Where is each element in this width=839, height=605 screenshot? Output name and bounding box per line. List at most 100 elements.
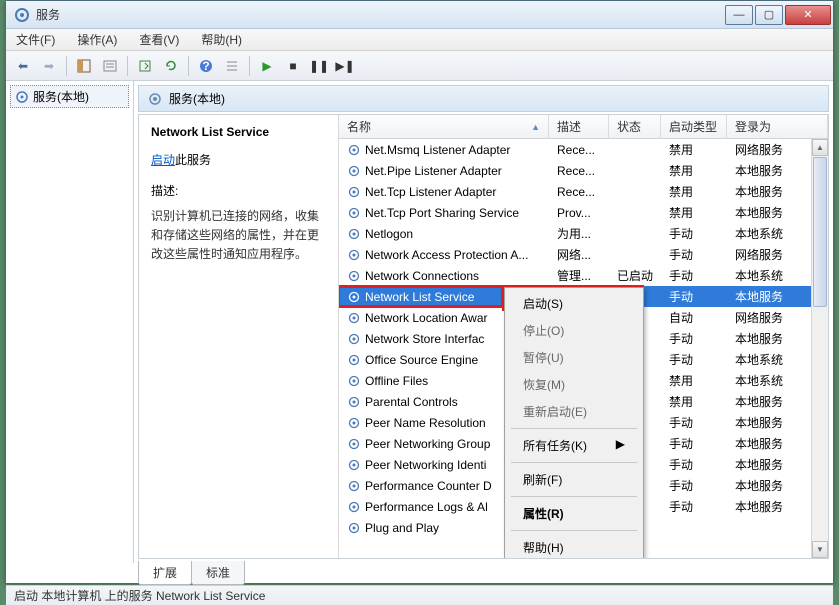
service-start-type: 禁用 [661, 372, 727, 389]
service-start-type: 手动 [661, 288, 727, 305]
col-header-name[interactable]: 名称▲ [339, 115, 549, 138]
service-start-type: 手动 [661, 498, 727, 515]
service-list: 名称▲ 描述 状态 启动类型 登录为 Net.Msmq Listener Ada… [339, 115, 828, 558]
maximize-button[interactable]: ▢ [755, 5, 783, 25]
show-tree-button[interactable] [73, 55, 95, 77]
title-bar[interactable]: 服务 — ▢ ✕ [6, 1, 833, 29]
list-header: 名称▲ 描述 状态 启动类型 登录为 [339, 115, 828, 139]
service-name: Net.Tcp Listener Adapter [365, 185, 496, 199]
context-menu-item[interactable]: 刷新(F) [507, 466, 641, 493]
gear-icon [347, 206, 361, 220]
gear-icon [347, 479, 361, 493]
main-header: 服务(本地) [138, 85, 829, 112]
context-menu-item: 停止(O) [507, 317, 641, 344]
gear-icon [347, 458, 361, 472]
service-start-type: 手动 [661, 330, 727, 347]
stop-service-button[interactable]: ■ [282, 55, 304, 77]
service-name: Peer Name Resolution [365, 416, 486, 430]
service-name: Network Access Protection A... [365, 248, 528, 262]
context-menu-item[interactable]: 启动(S) [507, 290, 641, 317]
properties-button[interactable] [99, 55, 121, 77]
service-row[interactable]: Network Connections管理...已启动手动本地系统 [339, 265, 828, 286]
service-desc: Rece... [549, 143, 609, 157]
gear-icon [147, 91, 163, 107]
col-header-logon[interactable]: 登录为 [727, 115, 828, 138]
sort-asc-icon: ▲ [531, 122, 540, 132]
tab-standard[interactable]: 标准 [191, 561, 245, 585]
service-row[interactable]: Net.Tcp Listener AdapterRece...禁用本地服务 [339, 181, 828, 202]
menu-action[interactable]: 操作(A) [73, 29, 121, 50]
gear-icon [347, 227, 361, 241]
gear-icon [347, 521, 361, 535]
close-button[interactable]: ✕ [785, 5, 831, 25]
help-button[interactable]: ? [195, 55, 217, 77]
service-row[interactable]: Network Access Protection A...网络...手动网络服… [339, 244, 828, 265]
scroll-thumb[interactable] [813, 157, 827, 307]
service-row[interactable]: Netlogon为用...手动本地系统 [339, 223, 828, 244]
service-start-type: 手动 [661, 267, 727, 284]
tree-node-label: 服务(本地) [33, 88, 89, 105]
service-row[interactable]: Net.Msmq Listener AdapterRece...禁用网络服务 [339, 139, 828, 160]
forward-button[interactable]: ➡ [38, 55, 60, 77]
tree-panel: 服务(本地) [6, 81, 134, 563]
service-desc: Rece... [549, 164, 609, 178]
scroll-up-button[interactable]: ▲ [812, 139, 828, 156]
service-start-type: 禁用 [661, 183, 727, 200]
list-button[interactable] [221, 55, 243, 77]
tab-extended[interactable]: 扩展 [138, 561, 192, 585]
col-header-start[interactable]: 启动类型 [661, 115, 727, 138]
service-desc: Rece... [549, 185, 609, 199]
context-menu: 启动(S)停止(O)暂停(U)恢复(M)重新启动(E)所有任务(K)▶刷新(F)… [504, 287, 644, 558]
refresh-button[interactable] [160, 55, 182, 77]
col-header-desc[interactable]: 描述 [549, 115, 609, 138]
gear-icon [347, 248, 361, 262]
context-menu-item[interactable]: 帮助(H) [507, 534, 641, 558]
service-name: Network Store Interfac [365, 332, 484, 346]
tree-node-services-local[interactable]: 服务(本地) [10, 85, 129, 108]
services-icon [14, 7, 30, 23]
service-start-type: 手动 [661, 477, 727, 494]
start-link[interactable]: 启动 [151, 153, 175, 167]
status-text: 启动 本地计算机 上的服务 Network List Service [14, 587, 265, 604]
gear-icon [347, 269, 361, 283]
start-service-button[interactable]: ▶ [256, 55, 278, 77]
service-row[interactable]: Net.Tcp Port Sharing ServiceProv...禁用本地服… [339, 202, 828, 223]
status-bar: 启动 本地计算机 上的服务 Network List Service [6, 585, 833, 605]
gear-icon [347, 437, 361, 451]
service-name: Network List Service [365, 290, 474, 304]
service-start-type: 手动 [661, 246, 727, 263]
context-menu-item[interactable]: 所有任务(K)▶ [507, 432, 641, 459]
menu-file[interactable]: 文件(F) [12, 29, 59, 50]
context-menu-item: 重新启动(E) [507, 398, 641, 425]
gear-icon [347, 290, 361, 304]
pause-service-button[interactable]: ❚❚ [308, 55, 330, 77]
vertical-scrollbar[interactable]: ▲ ▼ [811, 139, 828, 558]
menu-help[interactable]: 帮助(H) [197, 29, 246, 50]
service-row[interactable]: Net.Pipe Listener AdapterRece...禁用本地服务 [339, 160, 828, 181]
context-menu-item: 恢复(M) [507, 371, 641, 398]
minimize-button[interactable]: — [725, 5, 753, 25]
service-name: Net.Tcp Port Sharing Service [365, 206, 519, 220]
col-header-status[interactable]: 状态 [609, 115, 661, 138]
back-button[interactable]: ⬅ [12, 55, 34, 77]
gear-icon [347, 311, 361, 325]
main-panel: 服务(本地) Network List Service 启动此服务 描述: 识别… [134, 81, 833, 563]
main-header-title: 服务(本地) [169, 90, 225, 107]
gear-icon [347, 164, 361, 178]
gear-icon [347, 500, 361, 514]
service-start-type: 禁用 [661, 162, 727, 179]
gear-icon [347, 332, 361, 346]
menu-view[interactable]: 查看(V) [135, 29, 183, 50]
service-name: Office Source Engine [365, 353, 478, 367]
service-name: Parental Controls [365, 395, 458, 409]
service-start-type: 手动 [661, 225, 727, 242]
restart-service-button[interactable]: ▶❚ [334, 55, 356, 77]
service-desc: 网络... [549, 246, 609, 263]
export-button[interactable] [134, 55, 156, 77]
service-name: Plug and Play [365, 521, 439, 535]
service-start-type: 手动 [661, 435, 727, 452]
context-menu-item[interactable]: 属性(R) [507, 500, 641, 527]
scroll-down-button[interactable]: ▼ [812, 541, 828, 558]
service-name: Net.Msmq Listener Adapter [365, 143, 510, 157]
service-desc: 管理... [549, 267, 609, 284]
